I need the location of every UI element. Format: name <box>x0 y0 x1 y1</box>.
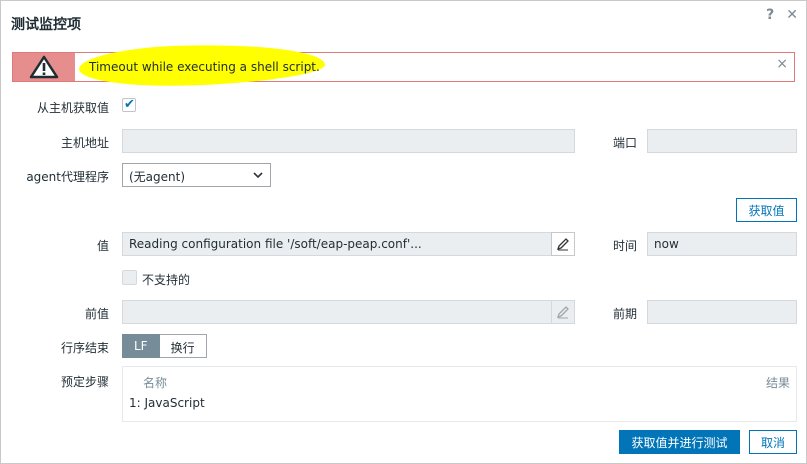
eol-option-newline[interactable]: 换行 <box>159 334 207 358</box>
edit-value-button[interactable] <box>551 232 575 256</box>
help-icon[interactable]: ? <box>766 7 774 23</box>
agent-proxy-value: (无agent) <box>129 170 186 184</box>
agent-proxy-select[interactable]: (无agent) <box>122 163 271 187</box>
not-supported-checkbox[interactable] <box>122 270 137 285</box>
close-icon[interactable]: ✕ <box>786 7 798 23</box>
host-address-input[interactable] <box>122 129 575 153</box>
get-from-host-label: 从主机获取值 <box>36 101 109 115</box>
warning-icon <box>29 55 59 79</box>
value-input[interactable]: Reading configuration file '/soft/eap-pe… <box>122 232 575 256</box>
column-header-result: 结果 <box>765 376 790 390</box>
eol-segmented-control: LF 换行 <box>122 334 207 358</box>
host-address-label: 主机地址 <box>60 136 109 150</box>
port-label: 端口 <box>613 136 638 150</box>
eol-label: 行序结束 <box>60 341 109 355</box>
alert-message: Timeout while executing a shell script. <box>89 60 320 74</box>
alert-icon-box <box>13 53 75 81</box>
prev-time-label: 前期 <box>613 307 638 321</box>
pencil-icon <box>556 306 569 319</box>
error-alert: Timeout while executing a shell script. … <box>12 40 795 90</box>
dialog-header-icons: ? ✕ <box>766 7 798 23</box>
value-label: 值 <box>96 239 109 253</box>
time-input[interactable]: now <box>647 232 797 256</box>
get-from-host-checkbox[interactable]: ✔ <box>122 97 136 112</box>
get-value-and-test-button[interactable]: 获取值并进行测试 <box>619 430 740 454</box>
preprocessing-label: 预定步骤 <box>60 375 109 389</box>
column-header-name: 名称 <box>143 376 168 390</box>
edit-prev-value-button <box>551 300 575 324</box>
prev-time-input <box>647 300 797 324</box>
agent-proxy-label: agent代理程序 <box>26 170 109 184</box>
cancel-button[interactable]: 取消 <box>749 430 797 454</box>
test-item-dialog: 测试监控项 ? ✕ Timeout while executing a shel… <box>0 0 807 464</box>
pencil-icon <box>556 238 569 251</box>
dialog-title: 测试监控项 <box>11 17 81 33</box>
preprocessing-table: 名称 结果 1: JavaScript <box>122 366 797 422</box>
table-row: 1: JavaScript <box>129 396 205 410</box>
port-input[interactable] <box>647 129 797 153</box>
chevron-down-icon <box>253 172 263 179</box>
alert-close-icon[interactable]: × <box>776 56 788 72</box>
checkmark-icon: ✔ <box>124 97 135 112</box>
not-supported-label: 不支持的 <box>142 273 191 287</box>
eol-option-lf[interactable]: LF <box>122 334 160 358</box>
time-label: 时间 <box>613 239 638 253</box>
get-value-button[interactable]: 获取值 <box>736 198 797 222</box>
value-text: Reading configuration file '/soft/eap-pe… <box>129 237 422 251</box>
prev-value-label: 前值 <box>84 307 109 321</box>
prev-value-input <box>122 300 575 324</box>
